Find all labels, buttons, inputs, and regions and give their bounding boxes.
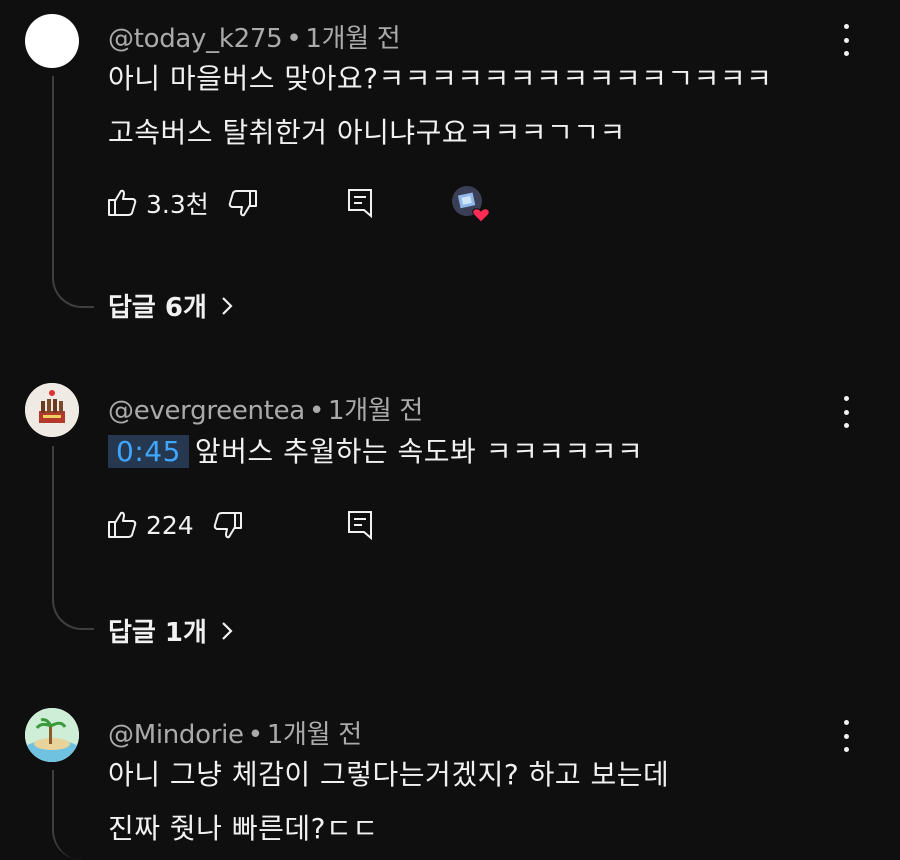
- meta-separator: •: [308, 396, 324, 426]
- comment-text: 0:45 앞버스 추월하는 속도봐 ㅋㅋㅋㅋㅋㅋ: [108, 425, 643, 479]
- comment-time: 1개월 전: [305, 24, 401, 54]
- like-count: 3.3천: [146, 190, 209, 219]
- meta-separator: •: [247, 720, 263, 750]
- avatar[interactable]: [25, 14, 79, 68]
- comment-meta: @Mindorie • 1개월 전: [108, 714, 362, 751]
- avatar-image: [25, 708, 79, 762]
- thread-line: [52, 770, 94, 860]
- more-options-icon[interactable]: [836, 720, 856, 752]
- like-count: 224: [146, 510, 194, 540]
- thumbs-down-icon[interactable]: [227, 187, 259, 219]
- thumbs-down-icon[interactable]: [212, 509, 244, 541]
- comment-actions: 3.3천: [106, 186, 259, 220]
- comment-time: 1개월 전: [266, 720, 362, 750]
- author-handle[interactable]: @Mindorie: [108, 720, 244, 750]
- reply-icon[interactable]: [344, 508, 376, 540]
- comment-line: 고속버스 탈취한거 아니냐구요ㅋㅋㅋㄱㄱㅋ: [108, 116, 626, 149]
- comment-text: 아니 마을버스 맞아요?ㅋㅋㅋㅋㅋㅋㅋㅋㅋㅋㅋㄱㅋㅋㅋ 고속버스 탈취한거 아니…: [108, 52, 772, 160]
- more-options-icon[interactable]: [836, 396, 856, 428]
- timestamp-link[interactable]: 0:45: [108, 435, 189, 468]
- chevron-right-icon: [222, 296, 233, 315]
- comment-line: 0:45 앞버스 추월하는 속도봐 ㅋㅋㅋㅋㅋㅋ: [108, 425, 643, 479]
- comment-meta: @today_k275 • 1개월 전: [108, 18, 401, 55]
- replies-toggle[interactable]: 답글 6개: [108, 287, 233, 324]
- comment-line: 진짜 줫나 빠른데?ㄷㄷ: [108, 812, 379, 845]
- more-options-icon[interactable]: [836, 24, 856, 56]
- thread-line: [52, 446, 94, 630]
- creator-heart-icon: [452, 186, 490, 223]
- reply-icon[interactable]: [344, 186, 376, 218]
- thread-line: [52, 76, 94, 308]
- replies-label: 답글 6개: [108, 293, 207, 323]
- meta-separator: •: [286, 24, 302, 54]
- comment-time: 1개월 전: [327, 396, 424, 426]
- author-handle[interactable]: @evergreentea: [108, 396, 305, 426]
- comment-line: 아니 마을버스 맞아요?ㅋㅋㅋㅋㅋㅋㅋㅋㅋㅋㅋㄱㅋㅋㅋ: [108, 62, 773, 95]
- comment-text: 아니 그냥 체감이 그렇다는거겠지? 하고 보는데 진짜 줫나 빠른데?ㄷㄷ: [108, 748, 669, 856]
- comment-line: 아니 그냥 체감이 그렇다는거겠지? 하고 보는데: [108, 758, 670, 791]
- replies-label: 답글 1개: [108, 618, 207, 648]
- avatar[interactable]: [25, 708, 79, 762]
- comment-meta: @evergreentea • 1개월 전: [108, 390, 423, 427]
- chevron-right-icon: [222, 621, 233, 640]
- comment-actions: 224: [106, 508, 244, 542]
- thumbs-up-icon[interactable]: [106, 187, 138, 219]
- thumbs-up-icon[interactable]: [106, 509, 138, 541]
- author-handle[interactable]: @today_k275: [108, 24, 283, 54]
- replies-toggle[interactable]: 답글 1개: [108, 612, 233, 649]
- avatar[interactable]: [25, 383, 79, 437]
- comment-line-text: 앞버스 추월하는 속도봐 ㅋㅋㅋㅋㅋㅋ: [194, 435, 644, 468]
- avatar-image: [25, 383, 79, 437]
